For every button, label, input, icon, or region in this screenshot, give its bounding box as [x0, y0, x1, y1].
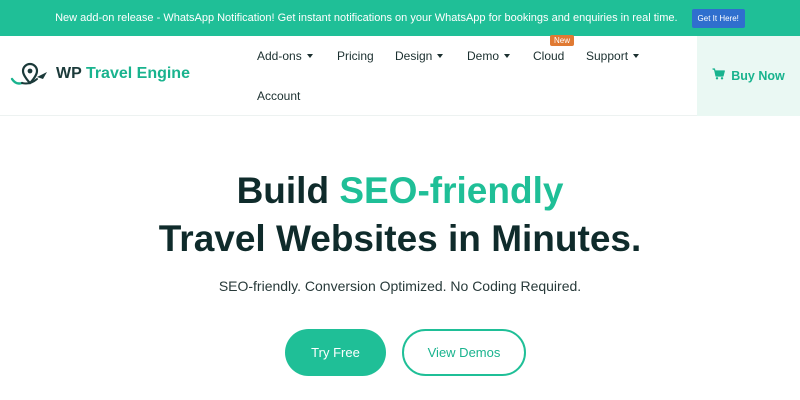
hero-subtitle: SEO-friendly. Conversion Optimized. No C…: [218, 278, 582, 294]
nav-account[interactable]: Account: [257, 89, 300, 103]
site-logo[interactable]: WP Travel Engine: [10, 61, 190, 87]
site-header: WP Travel Engine Add-ons Pricing Design …: [0, 36, 800, 116]
nav-support[interactable]: Support: [586, 49, 640, 63]
nav-cloud-label: Cloud: [533, 49, 565, 63]
cart-icon: [712, 67, 726, 85]
nav-demo[interactable]: Demo: [467, 49, 511, 63]
nav-cloud[interactable]: Cloud: [533, 49, 564, 63]
hero-title-line-1: Build SEO-friendly: [0, 170, 800, 212]
chevron-down-icon: [633, 54, 640, 58]
map-pin-airplane-icon: [10, 61, 50, 87]
get-it-here-button[interactable]: Get It Here!: [691, 8, 745, 28]
nav-pricing[interactable]: Pricing: [337, 49, 374, 63]
nav-demo-label: Demo: [467, 49, 500, 63]
announcement-text: New add-on release - WhatsApp Notificati…: [55, 12, 678, 24]
nav-design[interactable]: Design: [395, 49, 444, 63]
logo-text-name: Travel Engine: [85, 65, 190, 82]
nav-pricing-label: Pricing: [337, 49, 374, 63]
nav-support-label: Support: [586, 49, 629, 63]
nav-addons[interactable]: Add-ons: [257, 49, 313, 63]
new-badge: New: [550, 35, 575, 46]
nav-addons-label: Add-ons: [257, 49, 302, 63]
buy-now-label: Buy Now: [731, 69, 785, 83]
try-free-button[interactable]: Try Free: [285, 329, 386, 376]
hero-title-line-2: Travel Websites in Minutes.: [158, 218, 642, 259]
announcement-bar: New add-on release - WhatsApp Notificati…: [0, 0, 800, 36]
hero-title-accent: SEO-friendly: [339, 170, 564, 211]
logo-text-wp: WP: [56, 65, 82, 82]
chevron-down-icon: [306, 54, 313, 58]
view-demos-button[interactable]: View Demos: [402, 329, 526, 376]
chevron-down-icon: [504, 54, 511, 58]
hero-title-prefix: Build: [236, 170, 340, 211]
nav-design-label: Design: [395, 49, 433, 63]
buy-now-button[interactable]: Buy Now: [697, 36, 800, 116]
chevron-down-icon: [437, 54, 444, 58]
nav-account-label: Account: [257, 89, 301, 103]
